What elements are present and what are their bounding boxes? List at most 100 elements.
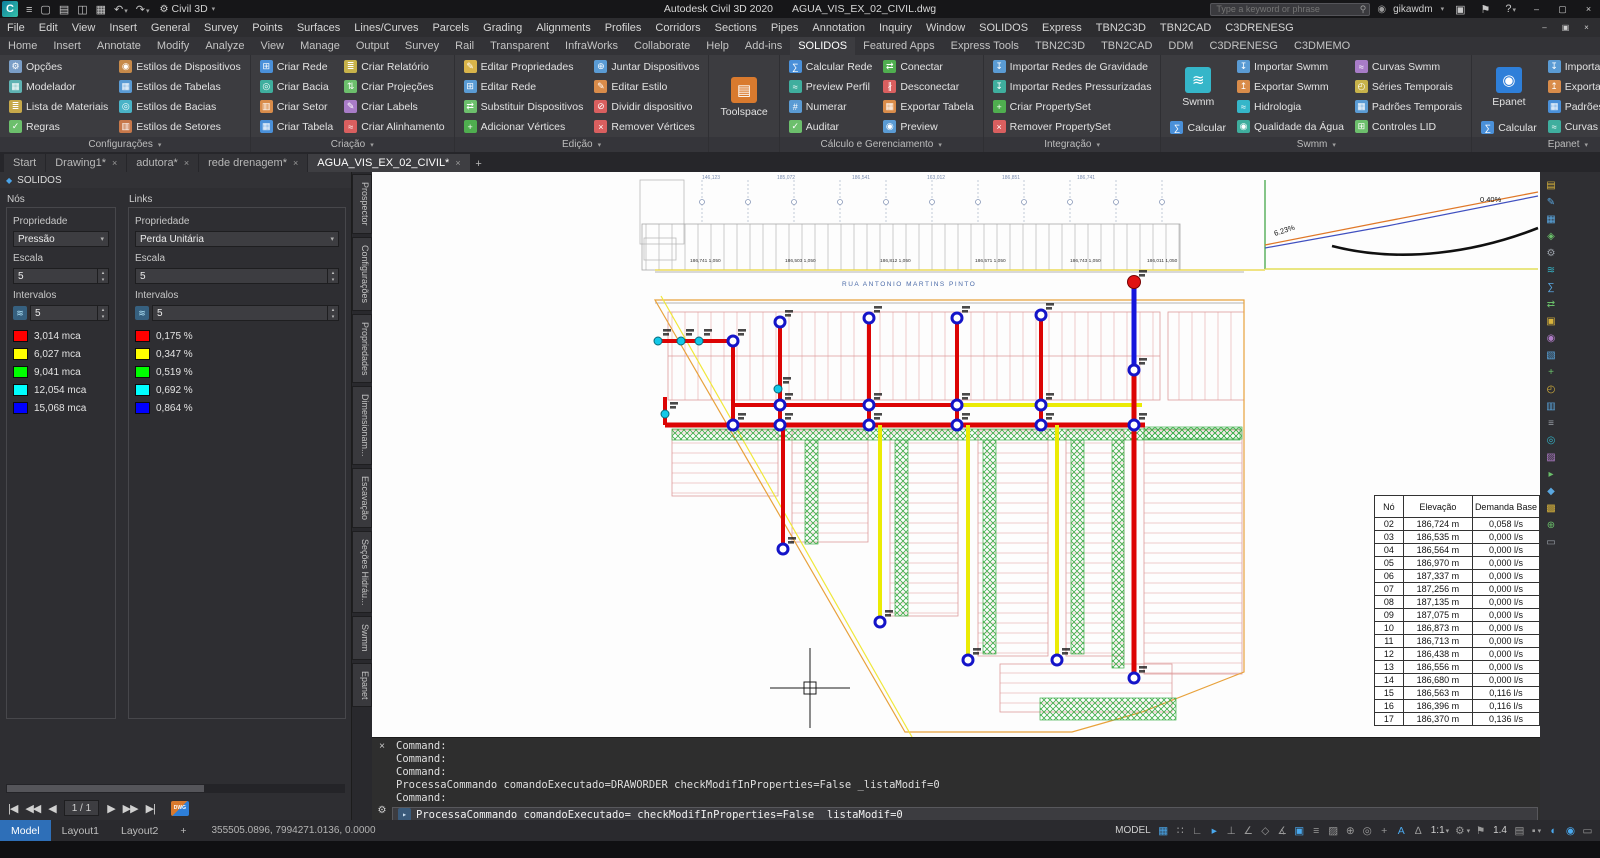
menu-survey[interactable]: Survey — [197, 22, 245, 34]
desconectar-button[interactable]: ∦Desconectar — [879, 77, 977, 96]
close-tab-icon[interactable]: × — [455, 158, 460, 168]
padroes-temporais-button[interactable]: ▦Padrões Temporais — [1351, 97, 1466, 116]
model-space-label[interactable]: MODEL — [1111, 825, 1155, 836]
estilos-de-setores-button[interactable]: ▥Estilos de Setores — [115, 117, 244, 136]
swmm-button[interactable]: ≋Swmm — [1166, 57, 1230, 117]
importar-epanet-button[interactable]: ↧Importar Epanet — [1544, 57, 1600, 76]
menu-sections[interactable]: Sections — [708, 22, 764, 34]
app-menu-icon[interactable]: ≡ — [22, 4, 36, 16]
network-node[interactable] — [728, 336, 738, 346]
forward-icon[interactable]: ▶▶ — [123, 802, 138, 815]
ring-icon[interactable]: ◎ — [1543, 433, 1559, 448]
editar-rede-button[interactable]: ⊞Editar Rede — [460, 77, 588, 96]
lock-ui-icon[interactable]: ▪▾ — [1528, 822, 1545, 839]
annotation-scale-label[interactable]: 1:1▾ — [1427, 825, 1453, 836]
transparency-icon[interactable]: ▨ — [1325, 822, 1342, 839]
drawing-tab-adutora[interactable]: adutora*× — [127, 154, 198, 172]
drawing-tab-agua-vis-ex-02-civil[interactable]: AGUA_VIS_EX_02_CIVIL*× — [308, 154, 469, 172]
ribbon-tab-express-tools[interactable]: Express Tools — [943, 37, 1027, 55]
criar-labels-button[interactable]: ✎Criar Labels — [340, 97, 448, 116]
ribbon-tab-rail[interactable]: Rail — [447, 37, 482, 55]
rewind-icon[interactable]: ◀◀ — [25, 802, 40, 815]
network-node[interactable] — [1129, 365, 1139, 375]
minimize-doc-icon[interactable]: – — [1535, 23, 1554, 32]
calcular-button[interactable]: ∑Calcular — [1477, 118, 1541, 137]
lines-icon[interactable]: ≡ — [1543, 416, 1559, 431]
criar-setor-button[interactable]: ▥Criar Setor — [256, 97, 337, 116]
palette-tab-dimensionam[interactable]: Dimensionam... — [352, 386, 372, 465]
cell-icon[interactable]: ▣ — [1543, 314, 1559, 329]
menu-inquiry[interactable]: Inquiry — [872, 22, 919, 34]
grid-icon[interactable]: ▦ — [1155, 822, 1172, 839]
importar-swmm-button[interactable]: ↧Importar Swmm — [1233, 57, 1348, 76]
network-node[interactable] — [864, 420, 874, 430]
undo-icon[interactable]: ↶▾ — [110, 4, 132, 16]
ribbon-tab-modify[interactable]: Modify — [149, 37, 197, 55]
network-node[interactable] — [1036, 310, 1046, 320]
plot-icon[interactable]: ▦ — [92, 4, 110, 16]
play-icon[interactable]: ▸ — [1543, 467, 1559, 482]
close-icon[interactable]: × — [1579, 4, 1598, 14]
panel-label-swmm[interactable]: Swmm▾ — [1161, 137, 1471, 152]
network-node[interactable] — [864, 313, 874, 323]
network-node[interactable] — [728, 420, 738, 430]
wrench-icon[interactable]: ⚙ — [378, 805, 387, 816]
numerar-button[interactable]: #Numerar — [785, 97, 877, 116]
menu-corridors[interactable]: Corridors — [648, 22, 707, 34]
units-label[interactable]: 1.4 — [1489, 825, 1511, 836]
calcular-rede-button[interactable]: ∑Calcular Rede — [785, 57, 877, 76]
new-drawing-tab-button[interactable]: + — [471, 156, 487, 172]
network-node[interactable] — [774, 385, 782, 393]
polar-tracking-icon[interactable]: ∠ — [1240, 822, 1257, 839]
network-node[interactable] — [1129, 673, 1139, 683]
ribbon-tab-infraworks[interactable]: InfraWorks — [557, 37, 626, 55]
menu-insert[interactable]: Insert — [102, 22, 144, 34]
style-icon[interactable]: ✎ — [1543, 195, 1559, 210]
padroes-do-epanet-button[interactable]: ▦Padrões do Epanet — [1544, 97, 1600, 116]
ribbon-tab-insert[interactable]: Insert — [45, 37, 89, 55]
isolate-objects-icon[interactable]: ◐ — [1545, 822, 1562, 839]
network-node[interactable] — [677, 337, 685, 345]
dividir-dispositivo-button[interactable]: ⊘Dividir dispositivo — [590, 97, 703, 116]
panel-label-epanet[interactable]: Epanet▾ — [1472, 137, 1600, 152]
annotation-visibility-icon[interactable]: A — [1393, 822, 1410, 839]
grid2-icon[interactable]: ▩ — [1543, 501, 1559, 516]
ribbon-tab-c3drenesg[interactable]: C3DRENESG — [1201, 37, 1285, 55]
menu-tbn2cad[interactable]: TBN2CAD — [1153, 22, 1218, 34]
criar-tabela-button[interactable]: ▦Criar Tabela — [256, 117, 337, 136]
conectar-button[interactable]: ⇄Conectar — [879, 57, 977, 76]
search-input[interactable] — [1214, 3, 1359, 15]
editar-propriedades-button[interactable]: ✎Editar Propriedades — [460, 57, 588, 76]
estilos-de-dispositivos-button[interactable]: ◉Estilos de Dispositivos — [115, 57, 244, 76]
menu-annotation[interactable]: Annotation — [805, 22, 872, 34]
survey-icon[interactable]: ◈ — [1543, 229, 1559, 244]
dwg-icon[interactable]: DWG — [171, 801, 189, 816]
network-node[interactable] — [952, 400, 962, 410]
exportar-swmm-button[interactable]: ↥Exportar Swmm — [1233, 77, 1348, 96]
ribbon-tab-ddm[interactable]: DDM — [1160, 37, 1201, 55]
next-icon[interactable]: ▶ — [107, 802, 114, 815]
command-input[interactable]: ProcessaCommando comandoExecutado= check… — [416, 809, 903, 821]
curvas-swmm-button[interactable]: ≈Curvas Swmm — [1351, 57, 1466, 76]
save-icon[interactable]: ◫ — [73, 4, 91, 16]
search-icon[interactable]: ⚲ — [1360, 4, 1367, 15]
isodraft-icon[interactable]: ◇ — [1257, 822, 1274, 839]
menu-pipes[interactable]: Pipes — [764, 22, 806, 34]
panel-label-criacao[interactable]: Criação▾ — [251, 137, 454, 152]
network-node[interactable] — [661, 410, 669, 418]
menu-profiles[interactable]: Profiles — [598, 22, 649, 34]
ribbon-tab-analyze[interactable]: Analyze — [197, 37, 252, 55]
stepper-arrows[interactable]: ▴▾ — [327, 306, 338, 320]
palette-tab-escavacao[interactable]: Escavação — [352, 468, 372, 528]
cart-icon[interactable]: ▣ — [1451, 3, 1469, 16]
auditar-button[interactable]: ✓Auditar — [785, 117, 877, 136]
workspace-switcher[interactable]: ⚙ Civil 3D ▾ — [160, 3, 216, 15]
dynamic-input-icon[interactable]: ▸ — [1206, 822, 1223, 839]
network-node[interactable] — [1129, 420, 1139, 430]
panel-label-configuracoes[interactable]: Configurações▾ — [0, 137, 250, 152]
table-icon[interactable]: ▦ — [1543, 212, 1559, 227]
panel-label-edicao[interactable]: Edição▾ — [455, 137, 709, 152]
editar-estilo-button[interactable]: ✎Editar Estilo — [590, 77, 703, 96]
panel-label-calculo-e-gerenciamento[interactable]: Cálculo e Gerenciamento▾ — [780, 137, 983, 152]
osnap-tracking-icon[interactable]: ∡ — [1274, 822, 1291, 839]
